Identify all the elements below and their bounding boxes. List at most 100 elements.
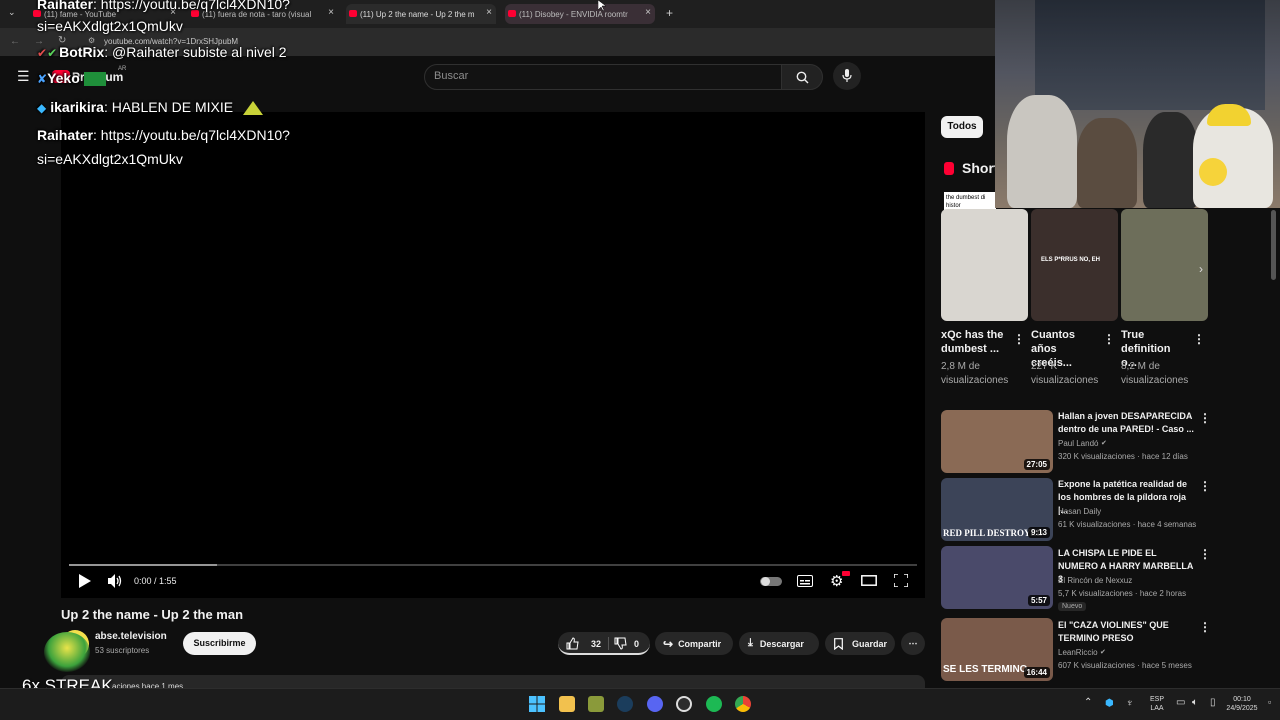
like-dislike-group: 32 0 xyxy=(558,632,650,655)
play-icon[interactable] xyxy=(79,574,91,588)
rec-thumbnail[interactable]: RED PILL DESTROYED 9:13 xyxy=(941,478,1053,541)
menu-icon[interactable]: ☰ xyxy=(17,68,30,85)
progress-bar[interactable] xyxy=(69,564,917,566)
file-explorer-icon[interactable] xyxy=(559,696,575,712)
back-arrow-icon[interactable]: ← xyxy=(10,36,20,47)
streak-emote-icon xyxy=(44,632,90,672)
rec-thumbnail[interactable]: 27:05 xyxy=(941,410,1053,473)
share-button[interactable]: ↪ Compartir xyxy=(655,632,733,655)
battery-icon[interactable]: ▯ xyxy=(1210,697,1216,708)
short-thumbnail-2[interactable]: ELS P*RRUS NO, EH xyxy=(1031,209,1118,321)
dislike-button[interactable]: 0 xyxy=(614,637,639,650)
dislike-count: 0 xyxy=(634,638,640,649)
network-icon[interactable]: ▭ xyxy=(1176,697,1185,708)
mouse-cursor-icon xyxy=(598,0,606,12)
youtube-favicon-icon xyxy=(508,10,516,17)
download-button[interactable]: ⤓ Descargar xyxy=(739,632,819,655)
rec-menu-icon[interactable]: ⋮ xyxy=(1199,479,1211,493)
shorts-next-button[interactable]: › xyxy=(1199,262,1203,276)
discord-icon[interactable] xyxy=(647,696,663,712)
clock-date: 24/9/2025 xyxy=(1226,705,1258,712)
emoji-sticker-icon xyxy=(1199,158,1227,186)
chat-username: Raihater xyxy=(37,127,94,143)
notification-icon[interactable]: ▫ xyxy=(1268,697,1271,707)
new-tab-button[interactable]: + xyxy=(666,6,673,20)
more-actions-button[interactable]: ⋯ xyxy=(901,632,925,655)
bot-badge-icon: ✔ xyxy=(37,46,48,60)
keyboard-layout: LAA xyxy=(1150,705,1164,712)
volume-icon[interactable] xyxy=(108,574,123,588)
rec-thumbnail[interactable]: 5:57 xyxy=(941,546,1053,609)
chrome-icon[interactable] xyxy=(735,696,751,712)
browser-tab-3[interactable]: (11) Up 2 the name - Up 2 the m × xyxy=(346,4,496,24)
rec-channel[interactable]: Hasan Daily xyxy=(1058,507,1101,516)
short-thumbnail-3[interactable] xyxy=(1121,209,1208,321)
clock[interactable]: 00:10 24/9/2025 xyxy=(1222,695,1262,713)
rec-title[interactable]: El "CAZA VIOLINES" QUE TERMINO PRESO xyxy=(1058,619,1194,645)
video-player[interactable] xyxy=(61,112,925,598)
subscribe-button[interactable]: Suscribirme xyxy=(183,632,256,655)
language-indicator[interactable]: ESP LAA xyxy=(1146,695,1168,713)
search-input[interactable]: Buscar xyxy=(434,70,468,82)
save-button[interactable]: Guardar xyxy=(825,632,895,655)
chat-username: BotRix xyxy=(59,44,105,60)
close-tab-icon[interactable]: × xyxy=(645,7,651,18)
chat-message: Raihater: https://youtu.be/q7lcl4XDN10? xyxy=(37,0,290,12)
mic-tray-icon[interactable]: ♆ xyxy=(1126,698,1134,709)
short-menu-icon[interactable]: ⋮ xyxy=(1103,332,1115,346)
voice-search-button[interactable] xyxy=(833,62,861,90)
theater-mode-icon[interactable] xyxy=(861,575,877,586)
obs-icon[interactable] xyxy=(676,696,692,712)
chat-text: : HABLEN DE MIXIE xyxy=(103,99,234,115)
rec-channel[interactable]: LeanRiccio xyxy=(1058,648,1098,657)
chat-message: si=eAKXdlgt2x1QmUkv xyxy=(37,151,183,167)
like-count: 32 xyxy=(591,638,602,649)
microphone-icon xyxy=(842,69,852,82)
verified-icon: ✔ xyxy=(1100,649,1106,656)
short-thumbnail-1[interactable] xyxy=(941,209,1028,321)
short-menu-icon[interactable]: ⋮ xyxy=(1193,332,1205,346)
webcam-overlay xyxy=(995,0,1280,208)
chip-todos[interactable]: Todos xyxy=(941,116,983,138)
page-scrollbar[interactable] xyxy=(1271,210,1276,280)
steam-icon[interactable] xyxy=(617,696,633,712)
language-code: ESP xyxy=(1149,696,1164,703)
chat-message: ✔✔ BotRix: @Raihater subiste al nivel 2 xyxy=(37,44,287,60)
like-button[interactable]: 32 xyxy=(566,637,601,650)
fullscreen-icon[interactable] xyxy=(894,574,908,587)
short-title[interactable]: xQc has the dumbest ... xyxy=(941,328,1007,356)
tray-chevron-icon[interactable]: ⌃ xyxy=(1084,697,1092,708)
app-icon[interactable] xyxy=(588,696,604,712)
chat-username: Yeko xyxy=(47,70,80,86)
emote-icon xyxy=(83,72,106,87)
share-icon: ↪ xyxy=(663,636,674,651)
search-icon xyxy=(796,71,809,84)
rec-menu-icon[interactable]: ⋮ xyxy=(1199,547,1211,561)
clock-time: 00:10 xyxy=(1233,696,1251,703)
subtitles-icon[interactable] xyxy=(797,575,813,587)
download-icon: ⤓ xyxy=(748,637,753,649)
yellow-beanie xyxy=(1207,104,1251,126)
rec-channel[interactable]: El Rincón de Nexxuz xyxy=(1058,576,1132,585)
rec-channel[interactable]: Paul Landó xyxy=(1058,439,1098,448)
tab-search-chevron-icon[interactable]: ⌄ xyxy=(8,7,16,18)
browser-tab-4[interactable]: (11) Disobey - ENVIDIA roomtr × xyxy=(505,4,655,24)
short-menu-icon[interactable]: ⋮ xyxy=(1013,332,1025,346)
close-tab-icon[interactable]: × xyxy=(486,7,492,18)
close-tab-icon[interactable]: × xyxy=(328,7,334,18)
rec-menu-icon[interactable]: ⋮ xyxy=(1199,620,1211,634)
spotify-icon[interactable] xyxy=(706,696,722,712)
chat-message: ✘Yeko xyxy=(37,70,106,87)
defender-icon[interactable]: ⬢ xyxy=(1105,698,1114,709)
channel-name[interactable]: abse.television xyxy=(95,631,167,642)
chat-message: Raihater: https://youtu.be/q7lcl4XDN10? xyxy=(37,127,290,143)
rec-meta: 320 K visualizaciones · hace 12 días xyxy=(1058,452,1188,461)
autoplay-toggle[interactable] xyxy=(760,577,782,586)
search-button[interactable] xyxy=(781,64,823,90)
rec-menu-icon[interactable]: ⋮ xyxy=(1199,411,1211,425)
volume-tray-icon[interactable]: 🔈︎ xyxy=(1192,697,1198,708)
rec-thumbnail[interactable]: SE LES TERMINO 16:44 xyxy=(941,618,1053,681)
search-box[interactable] xyxy=(424,64,782,90)
rec-title[interactable]: Hallan a joven DESAPARECIDA dentro de un… xyxy=(1058,410,1194,436)
windows-start-icon[interactable] xyxy=(529,696,545,712)
